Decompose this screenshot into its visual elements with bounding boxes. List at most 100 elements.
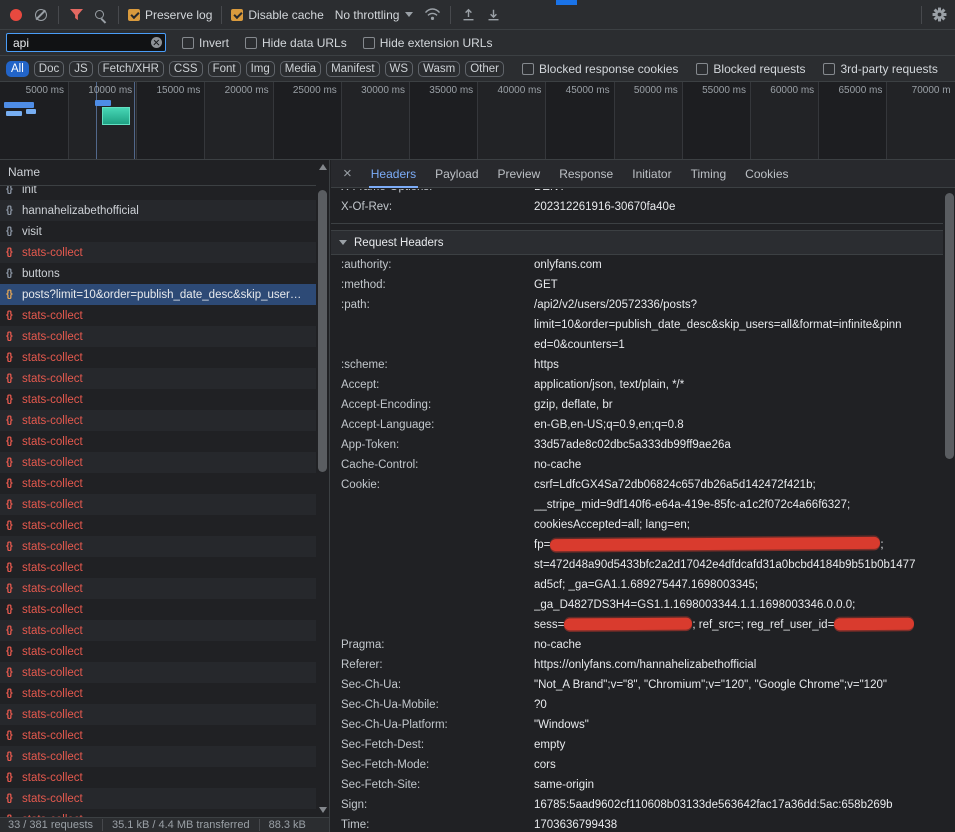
blocked-requests-toggle[interactable]: Blocked requests bbox=[696, 62, 805, 76]
request-row[interactable]: {}stats-collect bbox=[0, 494, 316, 515]
tab-initiator[interactable]: Initiator bbox=[632, 160, 671, 188]
request-row[interactable]: {}posts?limit=10&order=publish_date_desc… bbox=[0, 284, 316, 305]
header-value-text: ed=0&counters=1 bbox=[534, 339, 625, 351]
request-row[interactable]: {}stats-collect bbox=[0, 515, 316, 536]
search-button[interactable] bbox=[93, 4, 109, 26]
filter-type-js[interactable]: JS bbox=[69, 61, 92, 77]
request-row[interactable]: {}stats-collect bbox=[0, 410, 316, 431]
filter-toggle-button[interactable] bbox=[68, 4, 84, 26]
hide-extension-urls-checkbox[interactable] bbox=[363, 37, 375, 49]
request-row[interactable]: {}stats-collect bbox=[0, 662, 316, 683]
filter-type-manifest[interactable]: Manifest bbox=[326, 61, 379, 77]
request-row[interactable]: {}stats-collect bbox=[0, 641, 316, 662]
export-har-button[interactable] bbox=[485, 4, 501, 26]
import-har-button[interactable] bbox=[460, 4, 476, 26]
name-column-header[interactable]: Name bbox=[0, 160, 316, 186]
request-list-scrollbar[interactable] bbox=[316, 160, 329, 817]
request-row[interactable]: {}stats-collect bbox=[0, 788, 316, 809]
preserve-log-checkbox[interactable] bbox=[128, 9, 140, 21]
filter-input[interactable] bbox=[6, 33, 166, 52]
hide-extension-urls-toggle[interactable]: Hide extension URLs bbox=[363, 36, 493, 50]
request-row[interactable]: {}stats-collect bbox=[0, 452, 316, 473]
header-row: Cookie:csrf=LdfcGX4Sa72db06824c657db26a5… bbox=[331, 475, 943, 635]
request-row[interactable]: {}stats-collect bbox=[0, 368, 316, 389]
request-row[interactable]: {}stats-collect bbox=[0, 473, 316, 494]
request-row[interactable]: {}stats-collect bbox=[0, 557, 316, 578]
invert-toggle[interactable]: Invert bbox=[182, 36, 229, 50]
request-row[interactable]: {}stats-collect bbox=[0, 809, 316, 817]
request-headers-section-header[interactable]: Request Headers bbox=[331, 230, 943, 255]
preserve-log-toggle[interactable]: Preserve log bbox=[128, 8, 212, 22]
hide-data-urls-toggle[interactable]: Hide data URLs bbox=[245, 36, 347, 50]
request-name: stats-collect bbox=[22, 667, 83, 679]
tab-preview[interactable]: Preview bbox=[498, 160, 541, 188]
invert-checkbox[interactable] bbox=[182, 37, 194, 49]
filter-type-img[interactable]: Img bbox=[246, 61, 275, 77]
request-row[interactable]: {}stats-collect bbox=[0, 536, 316, 557]
scrollbar-thumb[interactable] bbox=[318, 190, 327, 472]
clear-filter-icon[interactable] bbox=[151, 37, 162, 48]
tab-payload[interactable]: Payload bbox=[435, 160, 478, 188]
request-row[interactable]: {}stats-collect bbox=[0, 431, 316, 452]
request-name: buttons bbox=[22, 268, 60, 280]
filter-type-fetch-xhr[interactable]: Fetch/XHR bbox=[98, 61, 164, 77]
request-row[interactable]: {}visit bbox=[0, 221, 316, 242]
details-scrollbar[interactable] bbox=[943, 189, 955, 832]
filter-type-media[interactable]: Media bbox=[280, 61, 321, 77]
request-row[interactable]: {}stats-collect bbox=[0, 326, 316, 347]
request-row[interactable]: {}stats-collect bbox=[0, 683, 316, 704]
scrollbar-thumb[interactable] bbox=[945, 193, 954, 459]
request-row[interactable]: {}hannahelizabethofficial bbox=[0, 200, 316, 221]
request-row[interactable]: {}stats-collect bbox=[0, 389, 316, 410]
network-conditions-button[interactable] bbox=[424, 4, 441, 26]
request-row[interactable]: {}init bbox=[0, 186, 316, 200]
hide-data-urls-checkbox[interactable] bbox=[245, 37, 257, 49]
filter-type-font[interactable]: Font bbox=[208, 61, 241, 77]
waterfall-overview[interactable]: 5000 ms10000 ms15000 ms20000 ms25000 ms3… bbox=[0, 82, 955, 160]
overview-activity-bar bbox=[6, 111, 22, 116]
filter-type-all[interactable]: All bbox=[6, 61, 29, 77]
request-row[interactable]: {}stats-collect bbox=[0, 599, 316, 620]
disable-cache-toggle[interactable]: Disable cache bbox=[231, 8, 323, 22]
request-row[interactable]: {}stats-collect bbox=[0, 767, 316, 788]
export-icon bbox=[487, 8, 500, 21]
filter-type-ws[interactable]: WS bbox=[385, 61, 414, 77]
request-row[interactable]: {}stats-collect bbox=[0, 725, 316, 746]
request-row[interactable]: {}stats-collect bbox=[0, 620, 316, 641]
request-row[interactable]: {}stats-collect bbox=[0, 305, 316, 326]
request-name: stats-collect bbox=[22, 478, 83, 490]
request-row[interactable]: {}stats-collect bbox=[0, 578, 316, 599]
request-row[interactable]: {}stats-collect bbox=[0, 242, 316, 263]
request-row[interactable]: {}stats-collect bbox=[0, 746, 316, 767]
header-value-text: limit=10&order=publish_date_desc&skip_us… bbox=[534, 319, 902, 331]
record-button[interactable] bbox=[8, 4, 24, 26]
braces-icon: {} bbox=[6, 289, 22, 300]
settings-button[interactable] bbox=[931, 4, 947, 26]
tab-headers[interactable]: Headers bbox=[371, 160, 416, 188]
tab-cookies[interactable]: Cookies bbox=[745, 160, 788, 188]
third-party-requests-toggle[interactable]: 3rd-party requests bbox=[823, 62, 937, 76]
third-party-requests-checkbox[interactable] bbox=[823, 63, 835, 75]
close-details-icon[interactable]: × bbox=[343, 160, 352, 188]
scroll-up-arrow[interactable] bbox=[319, 164, 327, 170]
request-row[interactable]: {}stats-collect bbox=[0, 347, 316, 368]
filter-type-doc[interactable]: Doc bbox=[34, 61, 64, 77]
request-row[interactable]: {}buttons bbox=[0, 263, 316, 284]
tab-timing[interactable]: Timing bbox=[691, 160, 727, 188]
filter-type-wasm[interactable]: Wasm bbox=[418, 61, 460, 77]
scroll-down-arrow[interactable] bbox=[319, 807, 327, 813]
devtools-network-panel: Preserve log Disable cache No throttling bbox=[0, 0, 955, 832]
clear-button[interactable] bbox=[33, 4, 49, 26]
gear-icon bbox=[932, 7, 947, 22]
filter-type-css[interactable]: CSS bbox=[169, 61, 203, 77]
blocked-response-cookies-checkbox[interactable] bbox=[522, 63, 534, 75]
throttling-value: No throttling bbox=[335, 8, 400, 22]
header-name: Time: bbox=[341, 815, 534, 832]
throttling-select[interactable]: No throttling bbox=[333, 8, 416, 22]
disable-cache-checkbox[interactable] bbox=[231, 9, 243, 21]
tab-response[interactable]: Response bbox=[559, 160, 613, 188]
request-row[interactable]: {}stats-collect bbox=[0, 704, 316, 725]
filter-type-other[interactable]: Other bbox=[465, 61, 504, 77]
blocked-requests-checkbox[interactable] bbox=[696, 63, 708, 75]
blocked-response-cookies-toggle[interactable]: Blocked response cookies bbox=[522, 62, 678, 76]
